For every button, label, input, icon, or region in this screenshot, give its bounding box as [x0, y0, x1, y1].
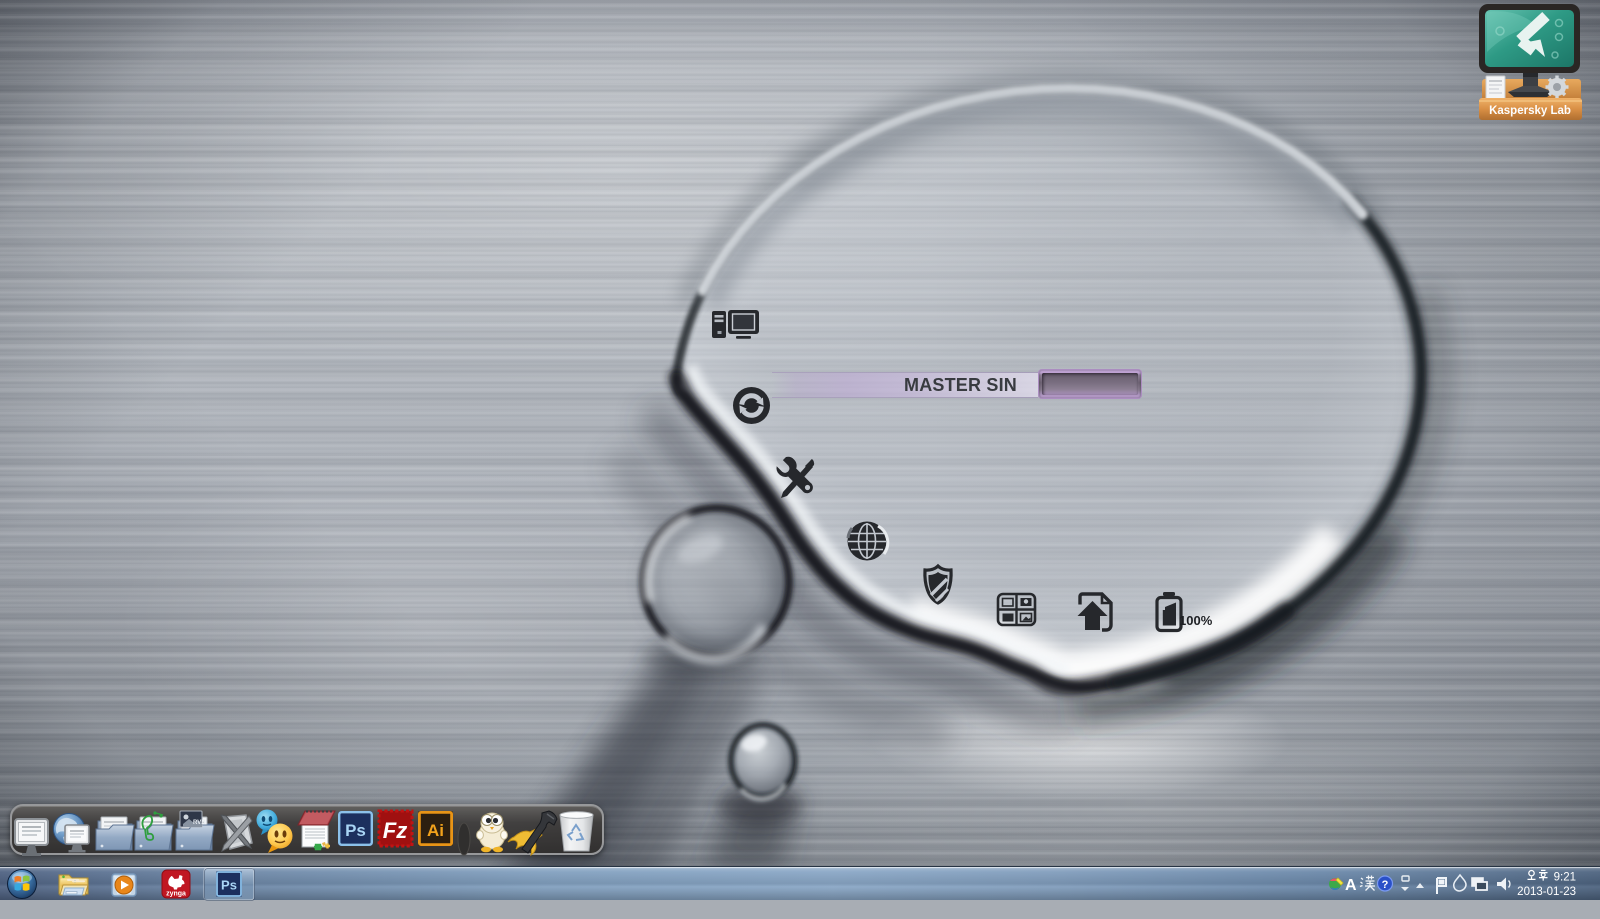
svg-text:A: A — [1345, 877, 1357, 894]
svg-text:Ai: Ai — [427, 821, 444, 840]
svg-text:9:21: 9:21 — [1554, 872, 1576, 884]
svg-text:2013-01-23: 2013-01-23 — [1517, 886, 1576, 898]
svg-text:Ps: Ps — [221, 878, 237, 893]
svg-text:Fz: Fz — [383, 818, 407, 843]
svg-text:RVB: RVB — [193, 820, 206, 826]
svg-text:?: ? — [1382, 879, 1389, 891]
svg-text:zynga: zynga — [166, 891, 186, 898]
svg-text:Ps: Ps — [345, 821, 366, 840]
svg-text:Kaspersky Lab: Kaspersky Lab — [1489, 105, 1571, 117]
svg-text:100%: 100% — [1179, 613, 1213, 628]
